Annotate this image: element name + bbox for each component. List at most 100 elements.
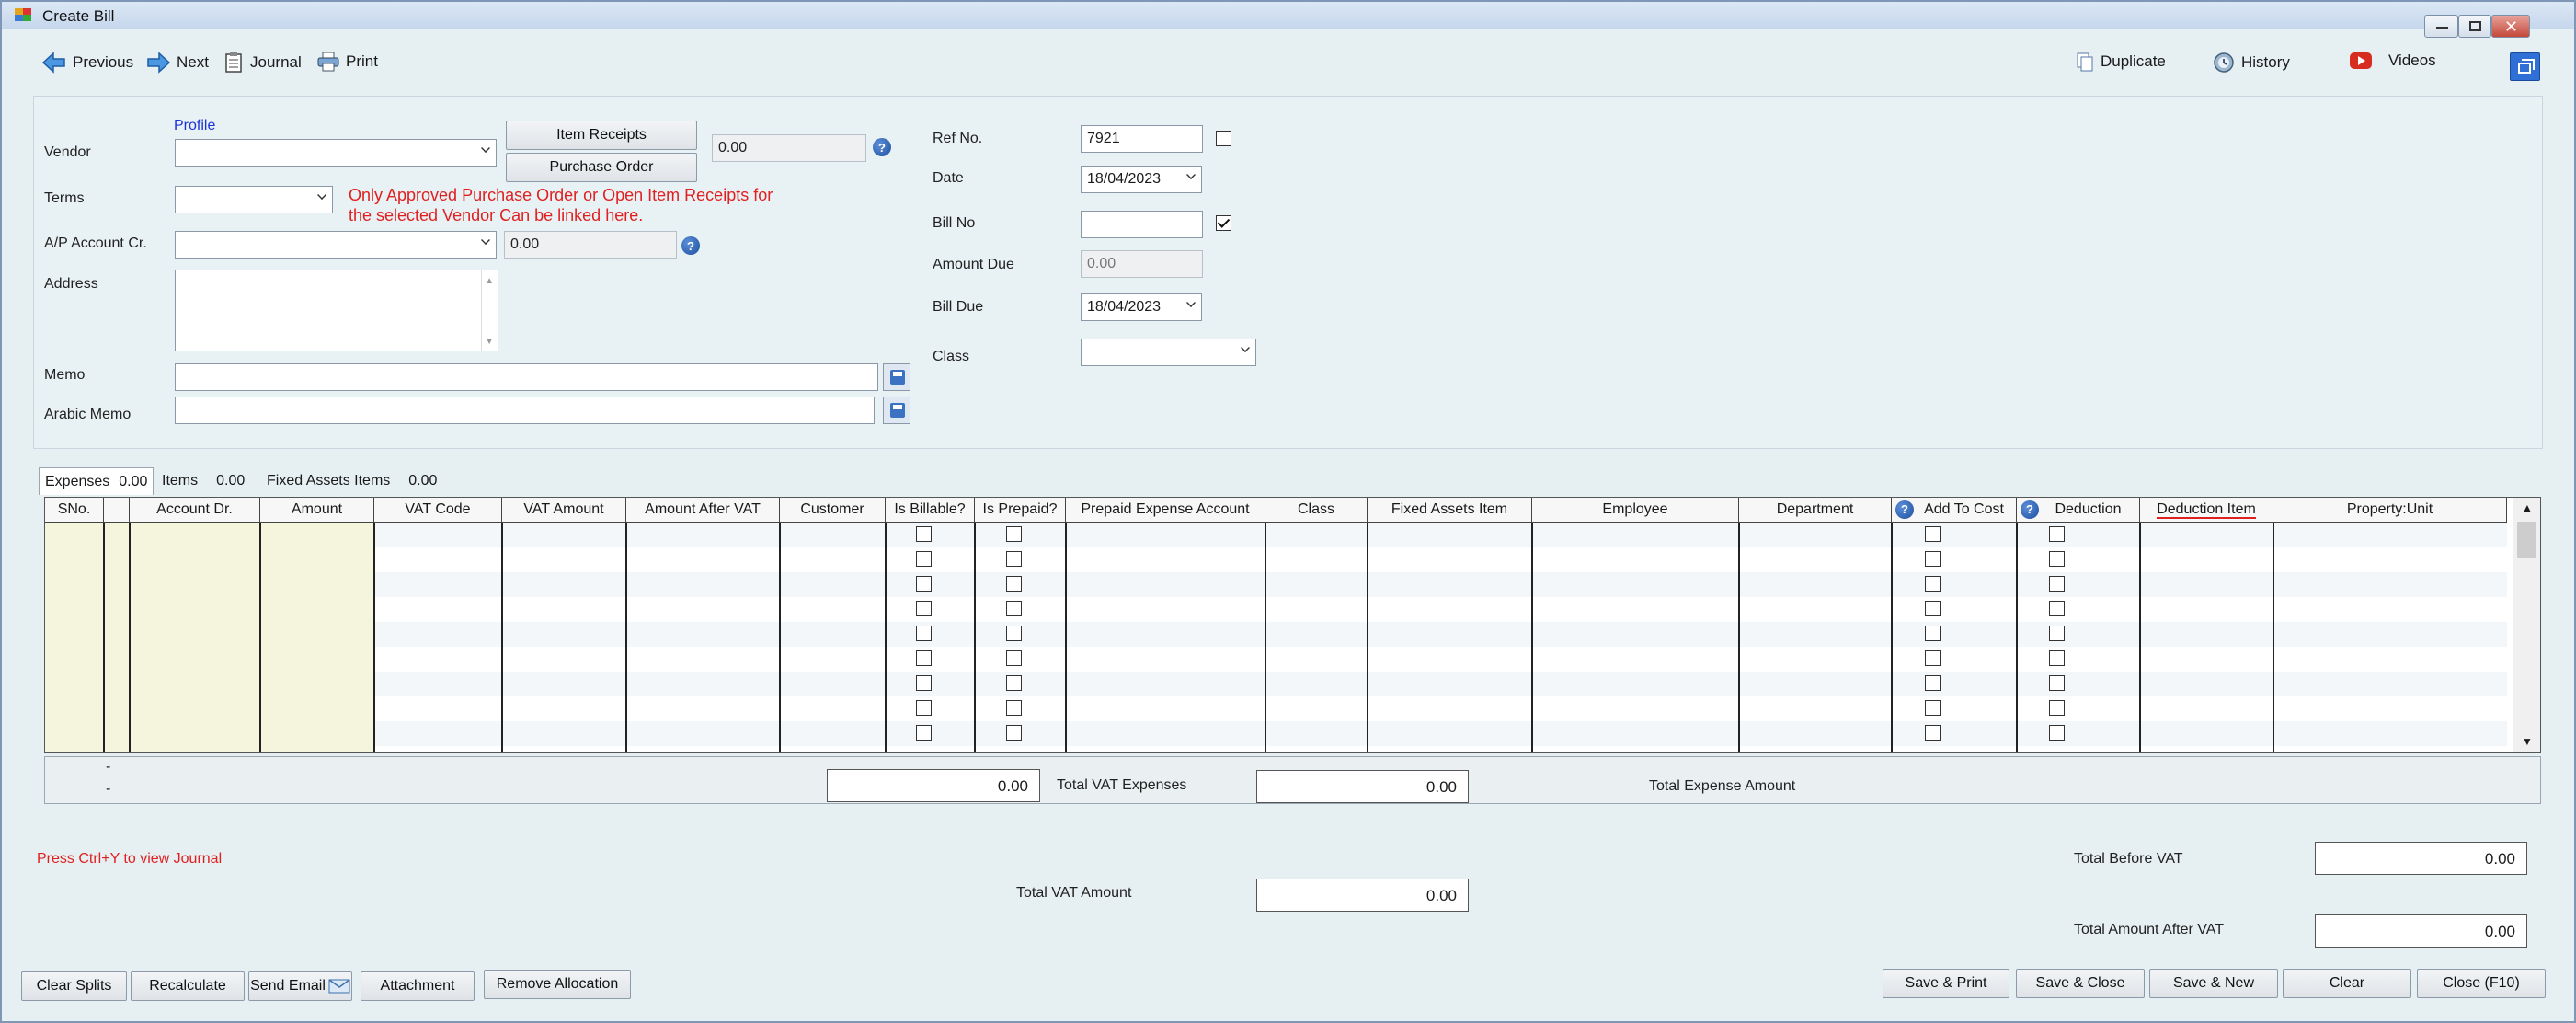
grid-checkbox[interactable] — [2049, 725, 2065, 741]
grid-checkbox[interactable] — [916, 576, 932, 592]
column-header[interactable] — [104, 498, 130, 523]
grid-checkbox[interactable] — [2049, 675, 2065, 691]
grid-checkbox[interactable] — [1925, 700, 1941, 716]
memo-field[interactable] — [175, 363, 878, 391]
purchase-order-button[interactable]: Purchase Order — [506, 153, 697, 182]
column-header[interactable]: Prepaid Expense Account — [1066, 498, 1265, 523]
attachment-button[interactable]: Attachment — [361, 971, 475, 1001]
column-header[interactable]: VAT Code — [374, 498, 502, 523]
clear-button[interactable]: Clear — [2283, 969, 2411, 998]
grid-checkbox[interactable] — [2049, 626, 2065, 641]
grid-checkbox[interactable] — [1006, 601, 1022, 616]
grid-checkbox[interactable] — [1006, 700, 1022, 716]
table-row[interactable] — [374, 597, 2507, 622]
grid-checkbox[interactable] — [1925, 626, 1941, 641]
grid-checkbox[interactable] — [916, 675, 932, 691]
profile-link[interactable]: Profile — [174, 118, 215, 134]
tab-expenses[interactable]: Expenses 0.00 — [39, 467, 155, 495]
grid-checkbox[interactable] — [2049, 526, 2065, 542]
grid-checkbox[interactable] — [1006, 650, 1022, 666]
recalculate-button[interactable]: Recalculate — [131, 971, 245, 1001]
grid-checkbox[interactable] — [916, 626, 932, 641]
item-receipts-button[interactable]: Item Receipts — [506, 121, 697, 150]
save-print-button[interactable]: Save & Print — [1883, 969, 2009, 998]
next-button[interactable]: Next — [146, 52, 209, 74]
scroll-up-icon[interactable]: ▲ — [485, 276, 494, 286]
tab-fixed-assets-items[interactable]: Fixed Assets Items 0.00 — [261, 467, 442, 495]
column-header[interactable]: Is Prepaid? — [975, 498, 1066, 523]
bill-due-picker[interactable]: 18/04/2023 — [1081, 293, 1202, 321]
ref-no-checkbox[interactable] — [1216, 131, 1231, 146]
column-header[interactable]: Class — [1265, 498, 1368, 523]
journal-button[interactable]: Journal — [223, 52, 302, 74]
help-icon[interactable]: ? — [2021, 500, 2039, 519]
table-row[interactable] — [374, 721, 2507, 746]
memo-save-icon[interactable] — [883, 363, 910, 391]
grid-checkbox[interactable] — [2049, 700, 2065, 716]
grid-checkbox[interactable] — [1006, 725, 1022, 741]
minimize-button[interactable] — [2424, 15, 2458, 38]
tab-items[interactable]: Items 0.00 — [156, 467, 250, 495]
column-header[interactable]: Is Billable? — [886, 498, 975, 523]
column-header[interactable]: Department — [1739, 498, 1892, 523]
grid-checkbox[interactable] — [916, 551, 932, 567]
grid-checkbox[interactable] — [1006, 526, 1022, 542]
class-dropdown[interactable] — [1081, 339, 1256, 366]
grid-checkbox[interactable] — [1006, 576, 1022, 592]
column-header[interactable]: Amount After VAT — [626, 498, 780, 523]
help-icon[interactable]: ? — [873, 138, 891, 156]
table-row[interactable] — [374, 523, 2507, 547]
vendor-dropdown[interactable] — [175, 139, 497, 167]
restore-button[interactable] — [2458, 15, 2491, 38]
grid-checkbox[interactable] — [1925, 601, 1941, 616]
previous-button[interactable]: Previous — [42, 52, 133, 74]
grid-scrollbar[interactable]: ▲ ▼ — [2513, 498, 2540, 752]
help-icon[interactable]: ? — [681, 236, 700, 255]
grid-checkbox[interactable] — [916, 650, 932, 666]
grid-checkbox[interactable] — [1925, 650, 1941, 666]
table-row[interactable] — [374, 696, 2507, 721]
grid-checkbox[interactable] — [1925, 526, 1941, 542]
grid-checkbox[interactable] — [2049, 601, 2065, 616]
scroll-down-icon[interactable]: ▼ — [485, 337, 494, 347]
column-header[interactable]: Amount — [260, 498, 374, 523]
close-window-button[interactable]: ✕ — [2491, 15, 2530, 38]
table-row[interactable] — [374, 622, 2507, 647]
close-button[interactable]: Close (F10) — [2417, 969, 2546, 998]
table-row[interactable] — [374, 672, 2507, 696]
grid-checkbox[interactable] — [1925, 576, 1941, 592]
help-icon[interactable]: ? — [1895, 500, 1914, 519]
table-row[interactable] — [374, 572, 2507, 597]
remove-allocation-button[interactable]: Remove Allocation — [484, 970, 631, 999]
grid-checkbox[interactable] — [1925, 725, 1941, 741]
history-button[interactable]: History — [2213, 52, 2290, 74]
column-header[interactable]: Employee — [1532, 498, 1739, 523]
grid-checkbox[interactable] — [2049, 576, 2065, 592]
expenses-grid[interactable]: SNo. Account Dr. Amount VAT Code VAT Amount A… — [44, 497, 2541, 753]
grid-checkbox[interactable] — [2049, 650, 2065, 666]
arabic-memo-save-icon[interactable] — [883, 397, 910, 424]
scroll-up-icon[interactable]: ▲ — [2522, 501, 2533, 514]
column-header[interactable]: Deduction Item — [2140, 498, 2273, 523]
column-header[interactable]: VAT Amount — [502, 498, 626, 523]
column-header[interactable]: Property:Unit — [2273, 498, 2507, 523]
table-row[interactable] — [374, 647, 2507, 672]
ap-account-dropdown[interactable] — [175, 231, 497, 259]
arabic-memo-field[interactable] — [175, 397, 875, 424]
date-picker[interactable]: 18/04/2023 — [1081, 166, 1202, 193]
column-header[interactable]: Customer — [780, 498, 886, 523]
videos-button[interactable]: Videos — [2349, 52, 2436, 70]
terms-dropdown[interactable] — [175, 186, 333, 213]
restore-layout-icon[interactable] — [2510, 52, 2540, 81]
address-textarea[interactable]: ▲ ▼ — [175, 270, 498, 351]
print-button[interactable]: Print — [317, 52, 378, 72]
grid-checkbox[interactable] — [1925, 551, 1941, 567]
column-header[interactable]: Account Dr. — [130, 498, 260, 523]
grid-checkbox[interactable] — [1925, 675, 1941, 691]
bill-no-checkbox[interactable] — [1216, 215, 1231, 231]
table-row[interactable] — [374, 547, 2507, 572]
save-new-button[interactable]: Save & New — [2149, 969, 2278, 998]
ref-no-field[interactable]: 7921 — [1081, 125, 1203, 153]
grid-checkbox[interactable] — [2049, 551, 2065, 567]
grid-checkbox[interactable] — [1006, 675, 1022, 691]
